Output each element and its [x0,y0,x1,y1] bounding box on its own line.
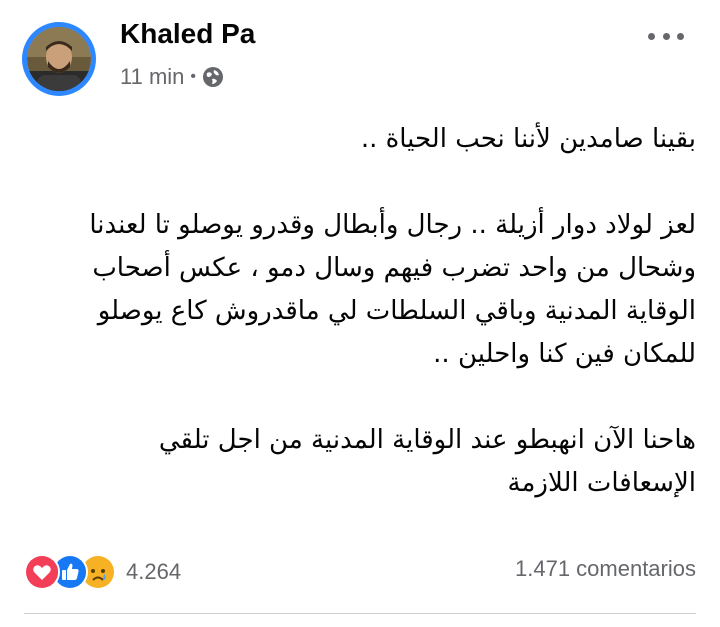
reaction-count[interactable]: 4.264 [126,559,181,585]
post-line: بقينا صامدين لأننا نحب الحياة .. [360,124,696,154]
post-line: الوقاية المدنية وباقي السلطات لي ماقدروش… [97,296,696,326]
post-body: بقينا صامدين لأننا نحب الحياة .. لعز لول… [30,118,696,505]
globe-icon[interactable] [202,66,224,88]
post-header: Khaled Pa 11 min • [0,0,720,110]
profile-photo [27,27,91,91]
post-time[interactable]: 11 min [120,64,184,90]
reactions-summary[interactable]: 4.264 [24,552,181,592]
post-line: هاحنا الآن انهبطو عند الوقاية المدنية من… [158,425,696,455]
avatar[interactable] [22,22,96,96]
more-options-button[interactable] [648,26,684,46]
more-horizontal-icon [648,32,655,40]
post-line: وشحال من واحد تضرب فيهم وسال دمو ، عكس أ… [92,253,696,283]
comments-count[interactable]: 1.471 comentarios [515,556,696,582]
divider [24,613,696,614]
love-icon [24,554,60,590]
author-name[interactable]: Khaled Pa [120,18,255,50]
meta-separator: • [190,68,197,85]
post-line: للمكان فين كنا واحلين .. [433,339,696,369]
post-meta: 11 min • [120,64,224,90]
post-line: لعز لولاد دوار أزيلة .. رجال وأبطال وقدر… [89,210,696,240]
post-line: الإسعافات اللازمة [507,468,696,498]
